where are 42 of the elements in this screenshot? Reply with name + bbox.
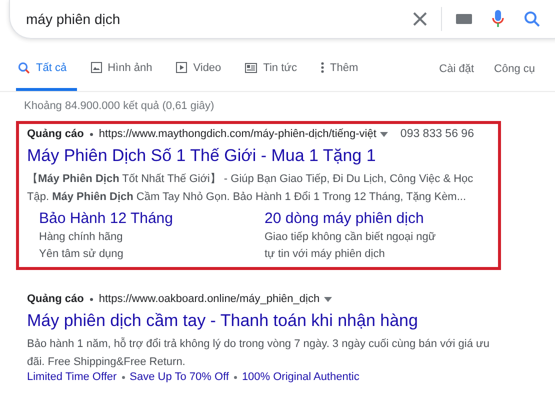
sitelink[interactable]: 100% Original Authentic xyxy=(242,371,360,383)
tool-link[interactable]: Công cụ xyxy=(494,63,535,75)
tool-link[interactable]: Cài đặt xyxy=(439,63,474,75)
ad-label: Quảng cáo xyxy=(27,128,84,140)
search-field[interactable]: máy phiên dịch xyxy=(9,0,555,39)
search-query: máy phiên dịch xyxy=(26,11,122,27)
sitelink[interactable]: Limited Time Offer xyxy=(27,371,117,383)
ad-title-link[interactable]: Máy phiên dịch cầm tay - Thanh toán khi nhận hàng xyxy=(27,305,490,335)
close-icon[interactable] xyxy=(413,12,427,26)
dropdown-icon[interactable] xyxy=(324,296,332,302)
phone-number[interactable]: 093 833 56 96 xyxy=(400,128,474,140)
tab[interactable]: Hình ảnh xyxy=(88,47,162,91)
sitelink-description: Hàng chính hãng xyxy=(39,230,124,245)
dropdown-icon[interactable] xyxy=(380,132,388,136)
search-icon xyxy=(18,62,30,74)
tab[interactable]: Tất cả xyxy=(16,47,77,91)
sitelink-description: Giao tiếp không cần biết ngoại ngữ xyxy=(264,230,437,245)
ad-label: Quảng cáo xyxy=(27,293,84,305)
ad-url: https://www.oakboard.online/máy_phiên_dịch xyxy=(98,293,320,305)
search-icon[interactable] xyxy=(524,11,540,27)
tab[interactable]: Tin tức xyxy=(243,47,308,91)
ad-url: https://www.maythongdich.com/máy-phiên-dịch/tiếng-việt xyxy=(98,128,376,140)
ad-snippet: 【Máy Phiên Dịch Tốt Nhất Thế Giới】 - Giúp Bạn Giao Tiếp, Đi Du Lịch, Công Việc & Học Tập. Máy Phiên Dịch Cầm Tay Nhỏ Gọn. Bảo Hành 1 Đổi 1 Trong 12 Tháng, Tặng Kèm... xyxy=(27,172,474,205)
separator-dot xyxy=(234,376,237,378)
separator-dot xyxy=(90,298,93,300)
microphone-icon[interactable] xyxy=(492,10,504,28)
sitelink[interactable]: Save Up To 70% Off xyxy=(130,371,229,383)
sitelink[interactable]: Bảo Hành 12 Tháng xyxy=(39,210,264,227)
image-icon xyxy=(90,62,102,73)
sitelink[interactable]: 20 dòng máy phiên dịch xyxy=(264,210,490,227)
ad-snippet: Bảo hành 1 năm, hỗ trợ đổi trả không lý do trong vòng 7 ngày. 3 ngày cuối cùng bán với giá ưu đãi. Free Shipping&Free Return. xyxy=(27,336,490,370)
more-icon xyxy=(321,62,324,73)
sitelink-description: tự tin với máy phiên dịch xyxy=(264,247,386,262)
separator-dot xyxy=(90,132,93,136)
sitelink-description: Yên tâm sử dụng xyxy=(39,247,124,262)
result-stats: Khoảng 84.900.000 kết quả (0,61 giây) xyxy=(23,99,216,114)
tab[interactable]: Thêm xyxy=(319,47,368,91)
newspaper-icon xyxy=(245,62,258,72)
ad-title-link[interactable]: Máy Phiên Dịch Số 1 Thế Giới - Mua 1 Tặng 1 xyxy=(27,140,490,170)
play-icon xyxy=(176,62,188,73)
tab[interactable]: Video xyxy=(174,47,232,91)
separator-dot xyxy=(122,376,125,378)
